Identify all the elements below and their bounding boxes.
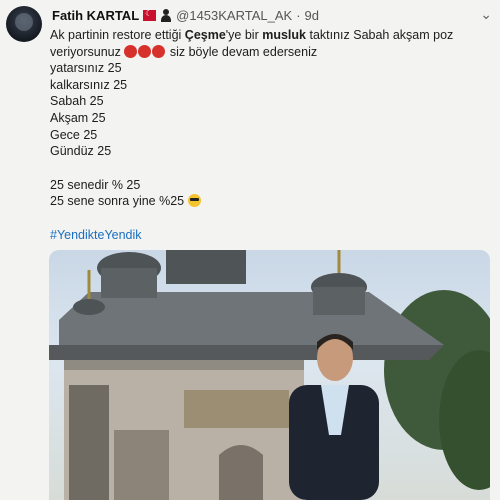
text-bold-cesme: Çeşme [184,28,226,42]
dome-base [313,287,365,315]
tweet-header: Fatih KARTAL @1453KARTAL_AK · 9d [52,8,319,23]
angry-face-icon [152,44,166,58]
chevron-down-icon[interactable]: ⌄ [480,6,492,23]
author-name[interactable]: Fatih KARTAL [52,8,139,23]
text-line-after-2: 25 sene sonra yine %25 [50,193,480,210]
dome-base [166,250,246,284]
timestamp[interactable]: 9d [305,8,319,23]
text-segment: siz böyle devam ederseniz [166,44,318,59]
list-item: Akşam 25 [50,110,106,125]
text-line-1: Ak partinin restore ettiği Çeşme'ye bir … [50,27,480,44]
text-segment: Ak partinin restore ettiği [50,28,185,42]
text-segment: taktınız Sabah akşam poz [306,28,454,42]
text-segment: 25 sene sonra yine %25 [50,194,188,209]
corner-panel [69,385,109,500]
fountain-photo-illustration [49,250,490,500]
arch-niche [219,445,263,500]
angry-face-icon [138,44,152,58]
angry-face-icon [124,44,138,58]
dome [73,299,105,315]
author-handle[interactable]: @1453KARTAL_AK [176,8,292,23]
list-item: Gündüz 25 [50,144,112,159]
list-item: yatarsınız 25 [50,61,122,76]
avatar[interactable] [6,6,42,42]
inscription-panel [184,390,289,428]
text-segment: 'ye bir [225,28,263,42]
sunglasses-face-icon [187,194,201,208]
list-item: Sabah 25 [50,94,104,109]
facade-panel [114,430,169,500]
dome-base [101,268,157,298]
person-silhouette-icon [160,9,172,22]
list-item: kalkarsınız 25 [50,77,128,92]
text-segment: veriyorsunuz [50,44,125,59]
list-item: Gece 25 [50,127,98,142]
turkey-flag-icon [143,9,157,21]
tweet-photo[interactable] [49,250,490,500]
tweet: Fatih KARTAL @1453KARTAL_AK · 9d ⌄ Ak pa… [0,0,500,500]
cornice [64,360,304,370]
separator-dot: · [296,8,301,23]
text-bold-musluk: musluk [262,28,306,42]
tweet-text: Ak partinin restore ettiği Çeşme'ye bir … [50,27,480,244]
roof [59,292,444,345]
text-line-after-1: 25 senedir % 25 [50,177,141,192]
hashtag-link[interactable]: #YendikteYendik [50,227,480,244]
text-line-2: veriyorsunuz siz böyle devam ederseniz [50,44,480,61]
roof-eave [49,345,444,360]
